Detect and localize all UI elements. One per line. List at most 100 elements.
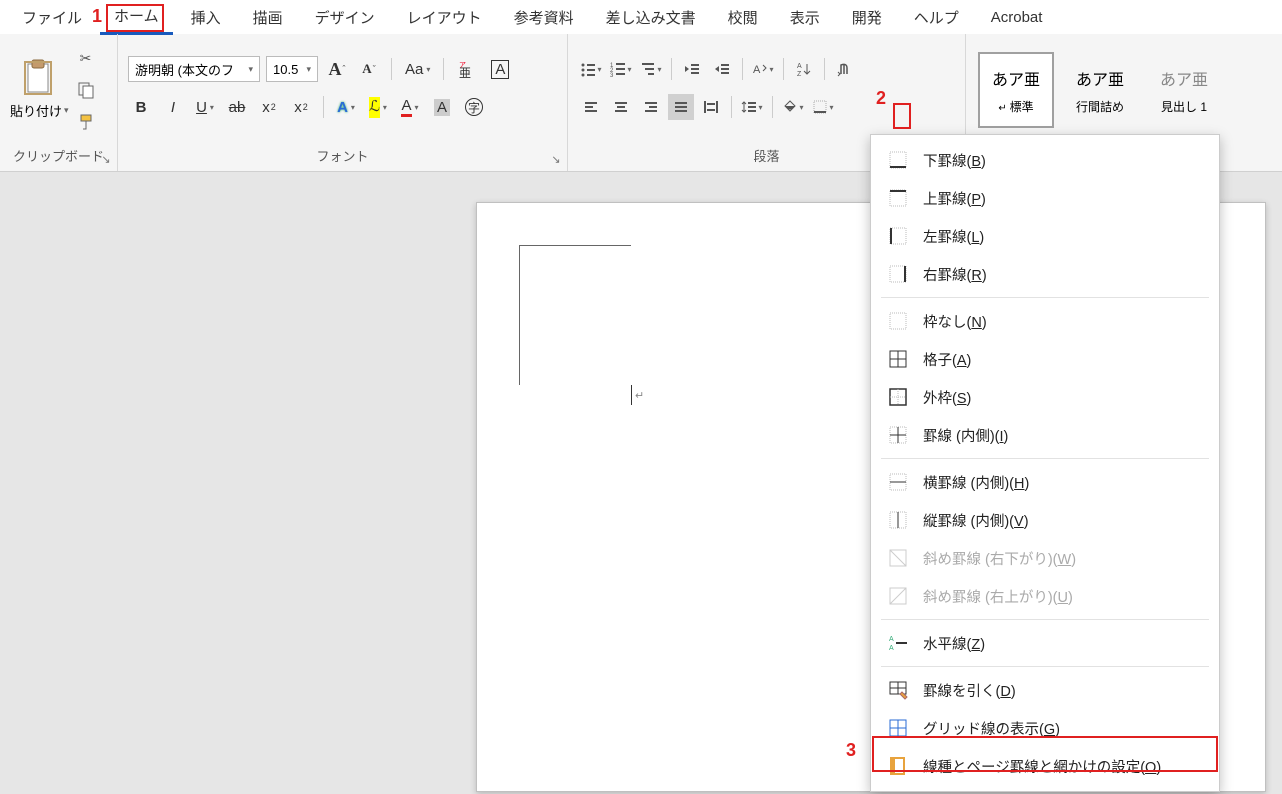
menu-bottom-border[interactable]: 下罫線(B) xyxy=(871,141,1219,179)
clipboard-dialog-launcher[interactable]: ↘ xyxy=(99,153,113,167)
menu-draw-table[interactable]: 罫線を引く(D) xyxy=(871,671,1219,709)
subscript-button[interactable]: x2 xyxy=(256,94,282,120)
decrease-indent-button[interactable] xyxy=(679,56,705,82)
inside-v-border-icon xyxy=(887,509,909,531)
borders-dropdown-menu: 下罫線(B) 上罫線(P) 左罫線(L) 右罫線(R) 枠なし(N) 格子(A)… xyxy=(870,134,1220,792)
svg-text:A: A xyxy=(889,636,894,643)
show-marks-button[interactable] xyxy=(832,56,858,82)
character-border-button[interactable]: A xyxy=(487,56,513,82)
bold-button[interactable]: B xyxy=(128,94,154,120)
tab-home[interactable]: ホーム xyxy=(100,0,173,35)
menu-separator xyxy=(881,666,1209,667)
paragraph-mark-icon: ↵ xyxy=(635,389,644,402)
multilevel-button[interactable] xyxy=(638,56,664,82)
svg-text:A: A xyxy=(889,645,894,652)
svg-text:A: A xyxy=(753,64,761,76)
menu-all-borders[interactable]: 格子(A) xyxy=(871,340,1219,378)
font-size-combo[interactable]: 10.5▾ xyxy=(266,56,318,82)
outside-border-icon xyxy=(887,386,909,408)
bullets-button[interactable] xyxy=(578,56,604,82)
tab-review[interactable]: 校閲 xyxy=(714,1,772,34)
paste-icon[interactable] xyxy=(21,57,57,99)
format-painter-icon[interactable] xyxy=(75,111,97,133)
menu-horizontal-line[interactable]: AA 水平線(Z) xyxy=(871,624,1219,662)
menu-inside-h-border[interactable]: 横罫線 (内側)(H) xyxy=(871,463,1219,501)
no-border-icon xyxy=(887,310,909,332)
align-center-button[interactable] xyxy=(608,94,634,120)
underline-button[interactable]: U xyxy=(192,94,218,120)
tab-view[interactable]: 表示 xyxy=(776,1,834,34)
menu-separator xyxy=(881,619,1209,620)
menu-inside-borders[interactable]: 罫線 (内側)(I) xyxy=(871,416,1219,454)
font-group-label: フォント ↘ xyxy=(118,142,567,171)
horizontal-line-icon: AA xyxy=(887,632,909,654)
tab-file[interactable]: ファイル xyxy=(8,1,96,34)
cut-icon[interactable]: ✂ xyxy=(75,47,97,69)
character-shading-button[interactable]: A xyxy=(429,94,455,120)
diag-up-icon xyxy=(887,585,909,607)
italic-button[interactable]: I xyxy=(160,94,186,120)
text-direction-button[interactable]: A xyxy=(750,56,776,82)
annotation-3: 3 xyxy=(846,740,856,761)
tab-references[interactable]: 参考資料 xyxy=(500,1,588,34)
annotation-1: 1 xyxy=(92,6,102,27)
top-border-icon xyxy=(887,187,909,209)
paste-label: 貼り付け xyxy=(10,101,62,120)
tab-acrobat[interactable]: Acrobat xyxy=(977,3,1057,32)
menu-inside-v-border[interactable]: 縦罫線 (内側)(V) xyxy=(871,501,1219,539)
font-dialog-launcher[interactable]: ↘ xyxy=(549,153,563,167)
strike-button[interactable]: ab xyxy=(224,94,250,120)
tab-developer[interactable]: 開発 xyxy=(838,1,896,34)
text-effects-button[interactable]: A xyxy=(333,94,359,120)
menu-diag-up-border: 斜め罫線 (右上がり)(U) xyxy=(871,577,1219,615)
font-color-button[interactable]: A xyxy=(397,94,423,120)
shrink-font-button[interactable]: Aˇ xyxy=(356,56,382,82)
margin-guide xyxy=(519,245,631,385)
menu-view-gridlines[interactable]: グリッド線の表示(G) xyxy=(871,709,1219,747)
tab-layout[interactable]: レイアウト xyxy=(393,1,496,34)
tab-mailings[interactable]: 差し込み文書 xyxy=(592,1,710,34)
numbering-button[interactable]: 123 xyxy=(608,56,634,82)
svg-text:A: A xyxy=(797,63,802,70)
line-spacing-button[interactable] xyxy=(739,94,765,120)
menu-right-border[interactable]: 右罫線(R) xyxy=(871,255,1219,293)
font-name-combo[interactable]: 游明朝 (本文のフ▾ xyxy=(128,56,260,82)
tab-insert[interactable]: 挿入 xyxy=(177,1,235,34)
tab-draw[interactable]: 描画 xyxy=(239,1,297,34)
increase-indent-button[interactable] xyxy=(709,56,735,82)
borders-shading-icon xyxy=(887,755,909,777)
grow-font-button[interactable]: Aˆ xyxy=(324,56,350,82)
style-nospace[interactable]: あア亜 行間詰め xyxy=(1062,52,1138,128)
align-justify-button[interactable] xyxy=(668,94,694,120)
group-clipboard: 貼り付け ▾ ✂ クリップボード ↘ xyxy=(0,34,118,171)
align-right-button[interactable] xyxy=(638,94,664,120)
ribbon-tab-bar: ファイル ホーム 挿入 描画 デザイン レイアウト 参考資料 差し込み文書 校閲… xyxy=(0,0,1282,34)
menu-diag-down-border: 斜め罫線 (右下がり)(W) xyxy=(871,539,1219,577)
menu-outside-borders[interactable]: 外枠(S) xyxy=(871,378,1219,416)
phonetic-guide-button[interactable]: ア亜 xyxy=(453,56,481,82)
menu-top-border[interactable]: 上罫線(P) xyxy=(871,179,1219,217)
text-cursor xyxy=(631,385,632,405)
superscript-button[interactable]: x2 xyxy=(288,94,314,120)
copy-icon[interactable] xyxy=(75,79,97,101)
annotation-2: 2 xyxy=(876,88,886,109)
style-normal[interactable]: あア亜 ↵ 標準 xyxy=(978,52,1054,128)
style-heading1[interactable]: あア亜 見出し 1 xyxy=(1146,52,1222,128)
bottom-border-icon xyxy=(887,149,909,171)
sort-button[interactable]: AZ xyxy=(791,56,817,82)
menu-no-border[interactable]: 枠なし(N) xyxy=(871,302,1219,340)
paste-button[interactable]: 貼り付け ▾ xyxy=(10,101,69,120)
menu-left-border[interactable]: 左罫線(L) xyxy=(871,217,1219,255)
inside-border-icon xyxy=(887,424,909,446)
highlight-button[interactable]: ℒ xyxy=(365,94,391,120)
borders-button[interactable] xyxy=(810,94,836,120)
align-left-button[interactable] xyxy=(578,94,604,120)
enclose-char-button[interactable]: 字 xyxy=(461,94,487,120)
shading-button[interactable] xyxy=(780,94,806,120)
tab-help[interactable]: ヘルプ xyxy=(900,1,973,34)
align-distribute-button[interactable] xyxy=(698,94,724,120)
diag-down-icon xyxy=(887,547,909,569)
tab-design[interactable]: デザイン xyxy=(301,1,389,34)
menu-borders-and-shading[interactable]: 線種とページ罫線と網かけの設定(O)... xyxy=(871,747,1219,785)
change-case-button[interactable]: Aa xyxy=(401,56,434,82)
